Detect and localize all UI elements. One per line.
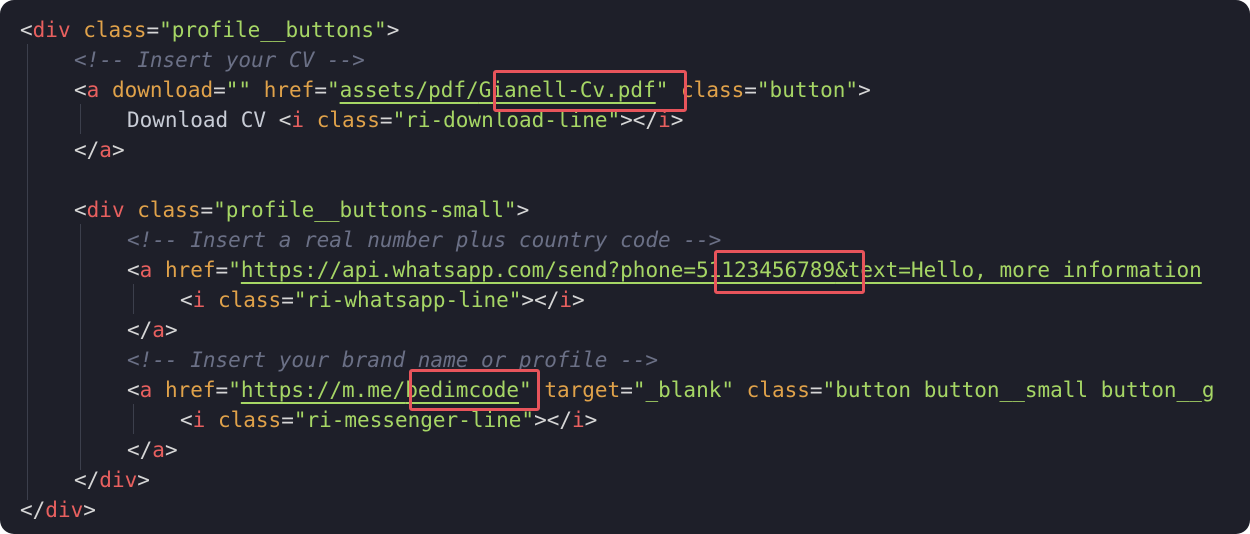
file-path-link[interactable]: assets/pdf/ [340,78,479,102]
indent-guide [27,44,28,500]
code-line-11: </a> [127,318,178,342]
html-tag: i [192,288,206,312]
html-tag: div [45,498,84,522]
code-line-10: <i class="ri-whatsapp-line"></i> [180,288,585,312]
code-line-15: </a> [127,438,178,462]
attribute-name: class [217,288,282,312]
html-tag: a [99,138,112,162]
code-comment: <!-- Insert your CV --> [74,48,365,72]
highlight-box-phone-number [714,250,865,294]
html-tag: a [152,438,165,462]
whatsapp-message-param[interactable]: &text=Hello, more information [835,258,1202,282]
attribute-value: "" [225,78,252,102]
code-line-9: <a href="https://api.whatsapp.com/send?p… [127,258,1202,282]
attribute-value: "profile__buttons-small" [213,198,517,222]
attribute-value: "profile__buttons" [159,18,387,42]
html-tag: div [86,198,125,222]
code-line-17: </div> [20,498,96,522]
messenger-url-link[interactable]: https://m.me/ [241,378,405,402]
code-line-13: <a href="https://m.me/bedimcode" target=… [127,378,1215,402]
code-comment: <!-- Insert your brand name or profile -… [127,348,659,372]
code-line-5: </a> [74,138,125,162]
attribute-name: href [263,78,315,102]
attribute-name: class [217,408,282,432]
attribute-value: "button button__small button__g [822,378,1215,402]
code-line-16: </div> [74,468,150,492]
attribute-name: href [164,378,216,402]
highlight-box-pdf-filename [493,70,687,112]
html-tag: a [86,78,100,102]
link-text: Download CV [127,108,279,132]
code-line-7: <div class="profile__buttons-small"> [74,198,530,222]
highlight-box-profile-name [409,369,540,411]
code-line-2: <!-- Insert your CV --> [74,45,365,75]
attribute-name: download [111,78,214,102]
attribute-name: class [316,108,380,132]
attribute-name: href [164,258,216,282]
html-tag: div [99,468,138,492]
attribute-name: class [681,78,745,102]
html-tag: i [572,408,585,432]
html-tag: a [139,378,153,402]
html-tag: a [139,258,153,282]
html-tag: i [559,288,573,312]
indent-guide [133,284,134,314]
attribute-name: target [544,378,621,402]
html-tag: a [152,318,165,342]
attribute-name: class [137,198,201,222]
html-tag: div [32,18,71,42]
whatsapp-url-link[interactable]: https://api.whatsapp.com/send?phone= [241,258,696,282]
attribute-value: "ri-whatsapp-line" [293,288,522,312]
code-line-12: <!-- Insert your brand name or profile -… [127,345,658,375]
code-line-1: <div class="profile__buttons"> [20,18,400,42]
attribute-name: class [746,378,810,402]
indent-guide [80,224,81,470]
indent-guide [80,104,81,134]
html-tag: i [291,108,305,132]
code-line-8: <!-- Insert a real number plus country c… [127,225,721,255]
code-editor: <div class="profile__buttons"> <!-- Inse… [0,0,1250,534]
attribute-name: class [83,18,147,42]
indent-guide [133,404,134,434]
code-comment: <!-- Insert a real number plus country c… [127,228,722,252]
attribute-value: "_blank" [632,378,735,402]
attribute-value: "button" [756,78,859,102]
attribute-value: "ri-messenger-line" [293,408,535,432]
html-tag: i [192,408,206,432]
code-line-3: <a download="" href="assets/pdf/Gianell-… [74,78,871,102]
